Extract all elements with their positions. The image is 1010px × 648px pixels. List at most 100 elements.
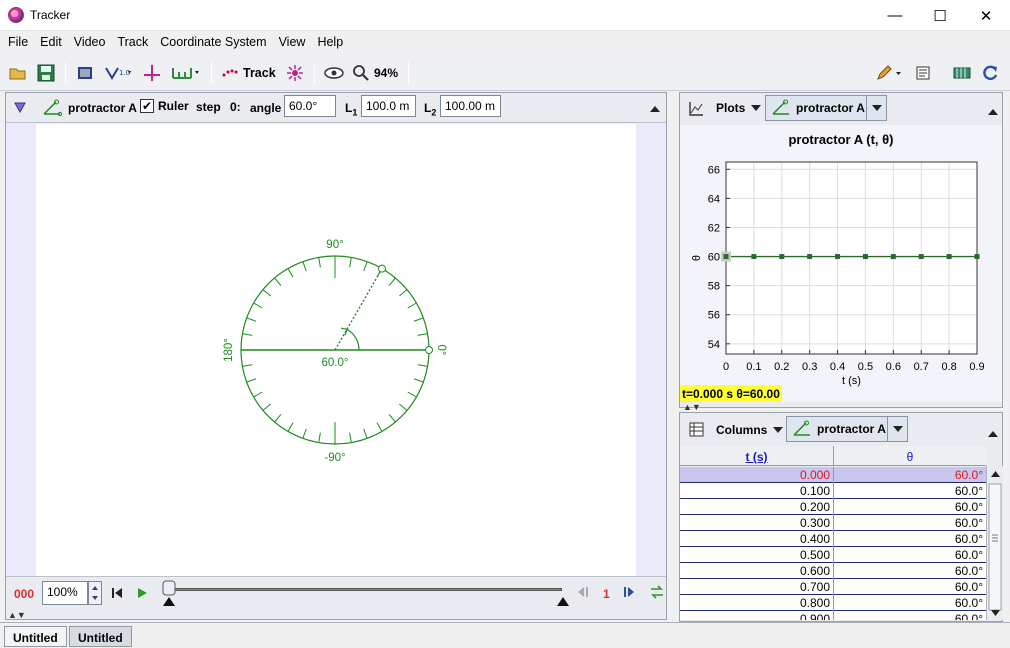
open-folder-icon[interactable] — [9, 63, 27, 83]
loop-icon[interactable] — [650, 585, 664, 602]
table-row[interactable]: 0.800 60.0° — [680, 595, 986, 611]
plot-divider-arrows-icon[interactable]: ▲▼ — [683, 402, 701, 412]
data-point[interactable] — [835, 254, 841, 260]
column-header-theta[interactable]: θ — [834, 446, 986, 466]
plots-menu[interactable]: Plots — [716, 101, 762, 115]
menu-coordinate-system[interactable]: Coordinate System — [154, 31, 272, 53]
table-row[interactable]: 0.100 60.0° — [680, 483, 986, 499]
magnifier-icon — [353, 65, 369, 81]
l1-field[interactable]: 100.0 m — [361, 95, 416, 117]
close-button[interactable]: ✕ — [963, 0, 1009, 31]
table-track-selector[interactable]: protractor A — [786, 416, 908, 442]
menu-track[interactable]: Track — [111, 31, 154, 53]
data-point[interactable] — [890, 254, 896, 260]
plot-track-dropdown-icon[interactable] — [866, 96, 886, 120]
measuring-tools-icon[interactable] — [171, 63, 203, 83]
pencil-drawing-icon[interactable] — [876, 63, 904, 83]
video-frame[interactable] — [36, 124, 636, 576]
table-collapse-icon[interactable] — [988, 427, 998, 441]
table-row[interactable]: 0.400 60.0° — [680, 531, 986, 547]
table-row[interactable]: 0.300 60.0° — [680, 515, 986, 531]
calibration-tools-icon[interactable]: 1.0 — [104, 63, 132, 83]
zoom-spinner-arrows[interactable] — [88, 581, 102, 605]
plots-label: Plots — [716, 101, 746, 115]
angle-field[interactable]: 60.0° — [284, 95, 336, 117]
zoom-control[interactable]: 94% — [352, 63, 398, 83]
maximize-button[interactable]: ☐ — [917, 0, 963, 31]
rewind-icon[interactable] — [111, 587, 123, 602]
collapse-up-icon[interactable] — [650, 102, 660, 116]
zoom-level: 94% — [374, 66, 399, 80]
eye-icon[interactable] — [324, 63, 344, 83]
data-point[interactable] — [723, 254, 729, 260]
y-tick-label: 56 — [708, 310, 720, 322]
zoom-spinner-field[interactable]: 100% — [42, 581, 88, 605]
svg-text:1.0: 1.0 — [119, 69, 130, 77]
menu-edit[interactable]: Edit — [34, 31, 68, 53]
chart-plot-area — [725, 161, 978, 355]
coordinate-axes-icon[interactable] — [143, 63, 161, 83]
table-track-dropdown-icon[interactable] — [887, 417, 907, 441]
plots-chevron-down-icon — [751, 105, 762, 111]
data-point[interactable] — [751, 254, 757, 260]
end-frame-marker-icon[interactable] — [557, 596, 569, 610]
y-axis-label: θ — [691, 255, 703, 261]
data-point[interactable] — [918, 254, 924, 260]
menu-video[interactable]: Video — [68, 31, 112, 53]
menu-view[interactable]: View — [273, 31, 312, 53]
data-point[interactable] — [862, 254, 868, 260]
step-forward-icon[interactable] — [622, 586, 636, 601]
data-point[interactable] — [807, 254, 813, 260]
protractor-track-icon — [43, 99, 63, 117]
chart-canvas[interactable]: 0 0.1 0.2 0.3 0.4 0.5 0.6 0.7 0.8 0.9 54 56 58 60 62 64… — [680, 125, 1002, 402]
protractor-track-selector[interactable]: protractor A — [42, 99, 137, 117]
column-header-t[interactable]: t (s) — [680, 446, 834, 466]
table-row[interactable]: 0.000 60.0° — [680, 467, 986, 483]
refresh-icon[interactable] — [981, 63, 999, 83]
step-back-icon[interactable] — [576, 586, 590, 601]
document-tab-bar: Untitled Untitled — [0, 622, 1010, 648]
tab-untitled-2[interactable]: Untitled — [69, 626, 132, 647]
plot-collapse-icon[interactable] — [988, 105, 998, 119]
track-menu-button[interactable]: Track — [222, 63, 276, 83]
frame-counter: 000 — [14, 587, 35, 601]
l1-label: L1 — [345, 101, 358, 118]
step-size[interactable]: 1 — [603, 587, 610, 601]
table-row[interactable]: 0.200 60.0° — [680, 499, 986, 515]
save-icon[interactable] — [37, 63, 55, 83]
data-tool-icon[interactable] — [953, 63, 971, 83]
data-point[interactable] — [779, 254, 785, 260]
data-point[interactable] — [974, 254, 980, 260]
y-tick-label: 58 — [708, 281, 720, 293]
x-axis-label: t (s) — [842, 375, 861, 387]
table-row[interactable]: 0.500 60.0° — [680, 547, 986, 563]
start-frame-marker-icon[interactable] — [163, 596, 175, 610]
data-table-body[interactable]: 0.000 60.0° 0.100 60.0° 0.200 60.0° 0.300 60.0°… — [680, 467, 986, 620]
data-point[interactable] — [946, 254, 952, 260]
cell-time: 0.800 — [680, 595, 834, 611]
table-scrollbar[interactable] — [986, 466, 1003, 620]
ruler-checkbox[interactable]: ✔ Ruler — [140, 99, 189, 113]
menu-help[interactable]: Help — [311, 31, 349, 53]
table-row[interactable]: 0.900 60.0° — [680, 611, 986, 620]
plot-area[interactable]: protractor A (t, θ) 0 0.1 0.2 0.3 0.4 0.5 0.6 0… — [680, 125, 1002, 402]
play-icon[interactable] — [136, 587, 148, 602]
cell-theta: 60.0° — [954, 500, 983, 514]
menu-file[interactable]: File — [2, 31, 34, 53]
l2-field[interactable]: 100.00 m — [440, 95, 501, 117]
minimize-button[interactable]: — — [872, 0, 918, 31]
track-dropdown-triangle-icon[interactable] — [14, 101, 26, 116]
video-slider-track[interactable] — [168, 588, 562, 591]
left-divider-arrows-icon[interactable]: ▲▼ — [8, 610, 26, 620]
x-tick-label: 0.5 — [858, 361, 873, 373]
tab-untitled-1[interactable]: Untitled — [4, 626, 67, 647]
main-toolbar: 1.0 Track 94% — [0, 55, 1010, 91]
columns-menu[interactable]: Columns — [716, 423, 784, 437]
video-player-bar: 000 100% 1 — [6, 576, 666, 610]
table-row[interactable]: 0.700 60.0° — [680, 579, 986, 595]
table-row[interactable]: 0.600 60.0° — [680, 563, 986, 579]
video-clip-icon[interactable] — [76, 63, 94, 83]
autotracker-icon[interactable] — [286, 63, 304, 83]
plot-track-selector[interactable]: protractor A — [765, 95, 887, 121]
notes-icon[interactable] — [915, 63, 931, 83]
